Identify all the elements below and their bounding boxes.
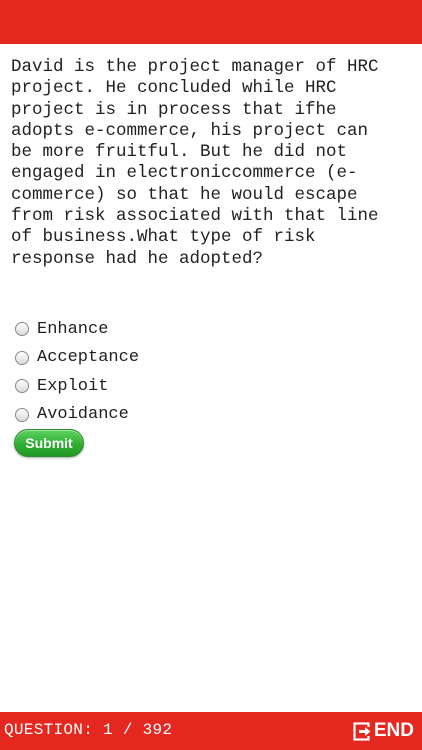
radio-button[interactable]: [15, 350, 29, 365]
option-label: Avoidance: [37, 405, 129, 425]
option-acceptance[interactable]: Acceptance: [15, 344, 315, 373]
radio-button[interactable]: [15, 379, 29, 394]
radio-button[interactable]: [15, 322, 29, 337]
end-button[interactable]: END: [353, 719, 414, 743]
answer-options: Enhance Acceptance Exploit Avoidance: [15, 315, 315, 429]
option-enhance[interactable]: Enhance: [15, 315, 315, 344]
radio-button[interactable]: [15, 407, 29, 422]
question-counter: QUESTION: 1 / 392: [4, 721, 173, 739]
end-label: END: [373, 720, 414, 741]
top-bar: [0, 0, 422, 44]
option-label: Acceptance: [37, 348, 140, 368]
submit-button[interactable]: Submit: [14, 429, 84, 457]
question-text: David is the project manager of HRC proj…: [11, 57, 379, 269]
option-exploit[interactable]: Exploit: [15, 372, 315, 401]
option-label: Enhance: [37, 319, 109, 339]
exit-icon: [353, 721, 372, 741]
option-label: Exploit: [37, 376, 109, 396]
option-avoidance[interactable]: Avoidance: [15, 401, 315, 430]
bottom-bar: QUESTION: 1 / 392 END: [0, 712, 422, 750]
